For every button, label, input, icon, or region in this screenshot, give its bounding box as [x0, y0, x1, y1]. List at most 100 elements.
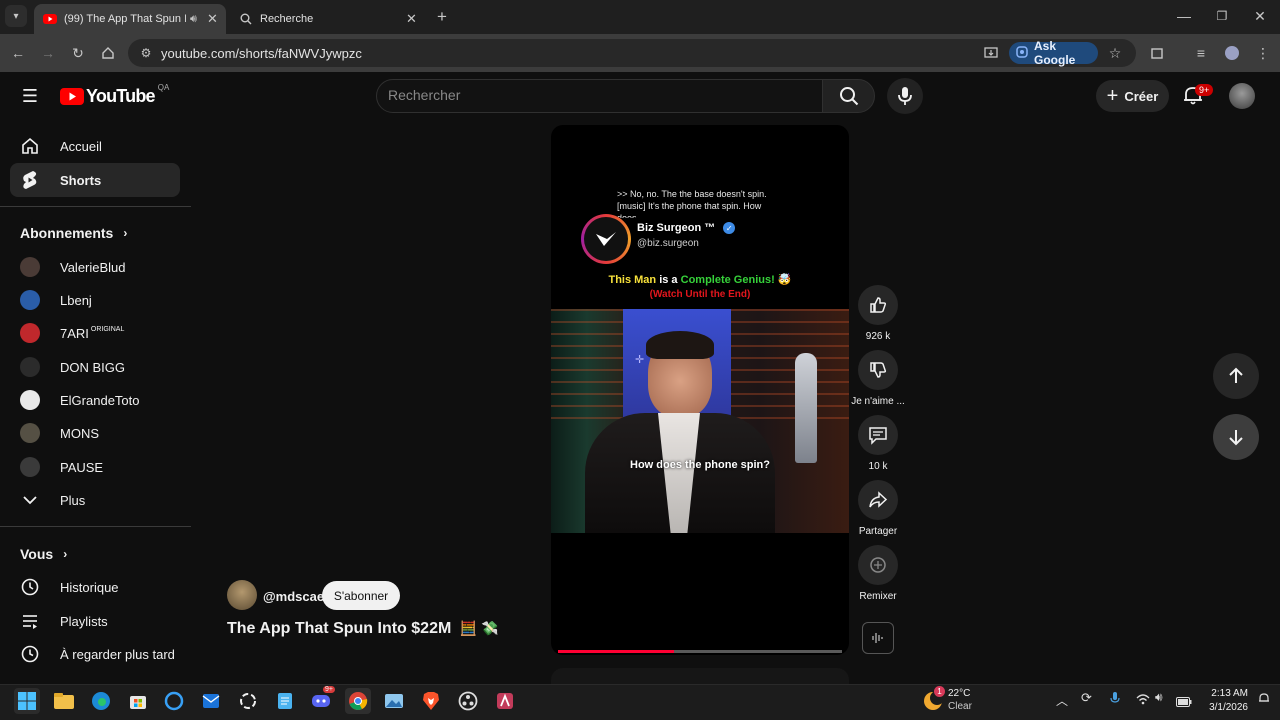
shorts-player[interactable]: >> No, no. The the base doesn't spin. [m… [551, 125, 849, 655]
new-tab-button[interactable]: + [430, 5, 454, 29]
copilot-icon[interactable] [161, 688, 187, 714]
photos-icon[interactable] [381, 688, 407, 714]
channel-avatar [20, 457, 40, 477]
subscribe-button[interactable]: S'abonner [322, 581, 400, 610]
tune-icon[interactable]: ⚙ [134, 41, 158, 65]
remix-button[interactable] [858, 545, 898, 585]
search-input[interactable]: Rechercher [388, 87, 460, 103]
sidebar-item-label: DON BIGG [60, 359, 126, 375]
discord-icon[interactable]: 9+ [308, 686, 335, 714]
home-browser-icon[interactable] [96, 41, 120, 65]
start-button[interactable] [14, 688, 40, 714]
media-controls-icon[interactable]: ≡ [1189, 41, 1213, 65]
arrow-down-icon [1229, 430, 1243, 446]
notification-center-icon[interactable] [1258, 692, 1270, 710]
subscriptions-title: Abonnements [20, 225, 114, 241]
edge-icon[interactable] [88, 688, 114, 714]
dislike-button[interactable] [858, 350, 898, 390]
chrome-icon[interactable] [345, 688, 371, 714]
clock[interactable]: 2:13 AM 3/1/2026 [1200, 687, 1248, 715]
dislike-action[interactable]: Je n'aime ... [851, 350, 905, 407]
sidebar-item-accueil[interactable]: Accueil [10, 129, 180, 163]
caption-line: does [617, 213, 637, 218]
wifi-icon[interactable] [1136, 692, 1150, 710]
like-count: 926 k [865, 331, 891, 342]
profile-icon[interactable] [1220, 41, 1244, 65]
app-icon[interactable] [235, 688, 261, 714]
store-icon[interactable] [125, 688, 151, 714]
menu-icon[interactable]: ⋮ [1251, 41, 1275, 65]
sidebar-item-pause[interactable]: PAUSE [10, 450, 180, 484]
sound-button[interactable] [862, 622, 894, 654]
bookmark-star-icon[interactable]: ☆ [1103, 41, 1127, 65]
account-avatar[interactable] [1229, 83, 1255, 109]
sidebar-item-don-bigg[interactable]: DON BIGG [10, 350, 180, 384]
progress-track[interactable] [558, 650, 842, 653]
sidebar-item-7ari[interactable]: 7ARI ORIGINAL [10, 316, 180, 350]
sidebar-item-watch-later[interactable]: À regarder plus tard [10, 637, 180, 671]
brave-icon[interactable] [418, 688, 444, 714]
country-code: QA [157, 83, 170, 92]
outlook-icon[interactable] [198, 688, 224, 714]
youtube-logo[interactable]: YouTube QA [60, 83, 170, 107]
original-badge: ORIGINAL [90, 325, 125, 333]
forward-icon[interactable]: → [36, 41, 60, 65]
channel-avatar[interactable] [227, 580, 257, 610]
search-button[interactable] [822, 79, 875, 113]
progress-fill [558, 650, 675, 653]
install-app-icon[interactable] [979, 41, 1003, 65]
sidebar-item-elgrandetoto[interactable]: ElGrandeToto [10, 383, 180, 417]
voice-search-button[interactable] [887, 78, 923, 114]
close-tab-icon[interactable]: ✕ [207, 11, 218, 27]
share-action[interactable]: Partager [858, 480, 898, 537]
like-action[interactable]: 926 k [858, 285, 898, 342]
close-window-icon[interactable]: ✕ [1248, 4, 1272, 28]
remix-action[interactable]: Remixer [858, 545, 898, 602]
tab-youtube[interactable]: (99) The App That Spun Into 🔊︎ ✕ [34, 4, 226, 34]
minimize-icon[interactable]: — [1172, 4, 1196, 28]
headline-part: is a [659, 274, 678, 286]
sidebar-item-shorts[interactable]: Shorts [10, 163, 180, 197]
comment-action[interactable]: 10 k [858, 415, 898, 472]
sidebar-item-playlists[interactable]: Playlists [10, 604, 180, 638]
extensions-icon[interactable] [1145, 41, 1169, 65]
tray-overflow-icon[interactable]: ︿ [1056, 692, 1068, 709]
ask-google-button[interactable]: Ask Google [1009, 39, 1098, 67]
microphone-tray-icon[interactable] [1110, 691, 1120, 710]
restore-icon[interactable]: ❐ [1210, 4, 1234, 28]
tab-recherche[interactable]: Recherche ✕ [230, 4, 426, 34]
subscriptions-heading[interactable]: Abonnements › [20, 225, 127, 241]
close-tab-icon[interactable]: ✕ [406, 11, 417, 27]
short-title[interactable]: The App That Spun Into $22M 🧮 💸 [227, 620, 499, 638]
create-button[interactable]: + Créer [1096, 80, 1169, 112]
file-explorer-icon[interactable] [51, 688, 77, 714]
back-icon[interactable]: ← [6, 41, 30, 65]
share-button[interactable] [858, 480, 898, 520]
obs-icon[interactable] [455, 688, 481, 714]
tab-search-icon[interactable]: ▾ [5, 5, 27, 27]
clock-time: 2:13 AM [1211, 688, 1248, 699]
volume-icon[interactable]: 🔊︎ [1155, 690, 1163, 705]
like-button[interactable] [858, 285, 898, 325]
weather-widget[interactable]: 1 22°C Clear [922, 686, 992, 716]
sidebar-item-historique[interactable]: Historique [10, 570, 180, 604]
comment-button[interactable] [858, 415, 898, 455]
url-text[interactable]: youtube.com/shorts/faNWVJywpzc [161, 46, 362, 61]
sidebar-item-more[interactable]: Plus [10, 483, 180, 517]
next-short-button[interactable] [1213, 414, 1259, 460]
lens-icon [1016, 45, 1028, 61]
speaker-icon[interactable]: 🔊︎ [190, 13, 197, 26]
you-heading[interactable]: Vous › [20, 546, 67, 562]
app-icon[interactable] [492, 688, 518, 714]
headline: This Man is a Complete Genius! 🤯 [551, 273, 849, 286]
sidebar-item-mons[interactable]: MONS [10, 416, 180, 450]
channel-handle[interactable]: @mdscae [263, 589, 324, 604]
battery-icon[interactable] [1176, 694, 1192, 712]
sidebar-item-lbenj[interactable]: Lbenj [10, 283, 180, 317]
sync-icon[interactable]: ⟳ [1081, 690, 1092, 706]
notepad-icon[interactable] [272, 688, 298, 714]
hamburger-menu-icon[interactable]: ☰ [18, 84, 42, 108]
sidebar-item-valerieblud[interactable]: ValerieBlud [10, 250, 180, 284]
previous-short-button[interactable] [1213, 353, 1259, 399]
reload-icon[interactable]: ↻ [66, 41, 90, 65]
